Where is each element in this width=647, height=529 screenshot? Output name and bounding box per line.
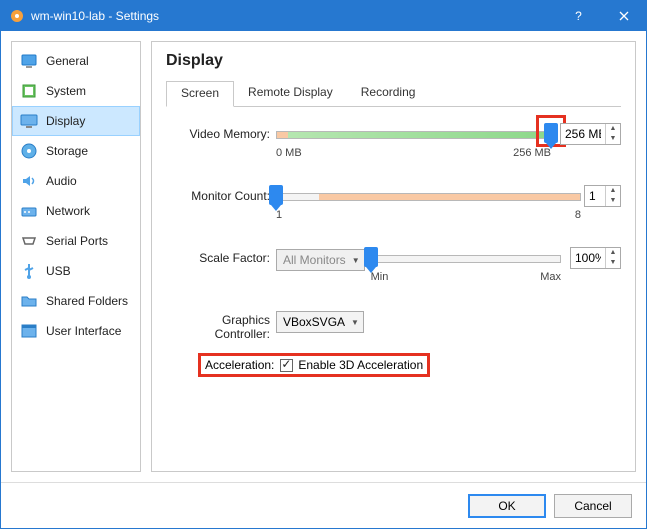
label-acceleration: Acceleration: — [205, 358, 274, 372]
slider-video-memory[interactable]: 0 MB 256 MB ▲▼ — [276, 125, 621, 165]
label-scale-factor: Scale Factor: — [166, 249, 276, 265]
video-memory-spinner[interactable]: ▲▼ — [560, 123, 621, 145]
checkbox-3d-acceleration[interactable]: Enable 3D Acceleration — [280, 358, 423, 372]
sidebar: General System Display Storage Audio Net… — [11, 41, 141, 472]
titlebar: wm-win10-lab - Settings ? — [1, 1, 646, 31]
tab-remote-display[interactable]: Remote Display — [234, 81, 347, 107]
sidebar-item-serial-ports[interactable]: Serial Ports — [12, 226, 140, 256]
sidebar-item-system[interactable]: System — [12, 76, 140, 106]
row-video-memory: Video Memory: 0 MB 256 MB — [166, 125, 621, 165]
tab-screen[interactable]: Screen — [166, 81, 234, 107]
graphics-controller-dropdown[interactable]: VBoxSVGA ▼ — [276, 311, 364, 333]
display-icon — [20, 112, 38, 130]
video-memory-input[interactable] — [561, 127, 605, 141]
label-graphics-controller: Graphics Controller: — [166, 311, 276, 341]
slider-thumb[interactable] — [269, 185, 283, 205]
system-icon — [20, 82, 38, 100]
spin-up[interactable]: ▲ — [606, 124, 620, 134]
scale-factor-monitor-dropdown[interactable]: All Monitors ▼ — [276, 249, 365, 271]
folder-icon — [20, 292, 38, 310]
footer: OK Cancel — [1, 482, 646, 528]
monitor-count-input[interactable] — [585, 189, 605, 203]
monitor-count-spinner[interactable]: ▲▼ — [584, 185, 621, 207]
spin-down[interactable]: ▼ — [606, 134, 620, 144]
help-button[interactable]: ? — [556, 1, 601, 31]
sidebar-item-display[interactable]: Display — [12, 106, 140, 136]
ui-icon — [20, 322, 38, 340]
label-monitor-count: Monitor Count: — [166, 187, 276, 203]
tabs: Screen Remote Display Recording — [166, 80, 621, 107]
network-icon — [20, 202, 38, 220]
scale-factor-spinner[interactable]: ▲▼ — [570, 247, 621, 269]
gear-icon — [9, 8, 25, 24]
row-monitor-count: Monitor Count: 1 8 ▲▼ — [166, 187, 621, 227]
spin-up[interactable]: ▲ — [606, 186, 620, 196]
storage-icon — [20, 142, 38, 160]
spin-down[interactable]: ▼ — [606, 258, 620, 268]
sidebar-item-user-interface[interactable]: User Interface — [12, 316, 140, 346]
window-body: General System Display Storage Audio Net… — [1, 31, 646, 482]
close-icon — [619, 11, 629, 21]
sidebar-item-storage[interactable]: Storage — [12, 136, 140, 166]
close-button[interactable] — [601, 1, 646, 31]
sidebar-item-shared-folders[interactable]: Shared Folders — [12, 286, 140, 316]
scale-factor-input[interactable] — [571, 251, 605, 265]
row-graphics-controller: Graphics Controller: VBoxSVGA ▼ — [166, 311, 621, 341]
usb-icon — [20, 262, 38, 280]
general-icon — [20, 52, 38, 70]
window-title: wm-win10-lab - Settings — [31, 9, 556, 23]
main-panel: Display Screen Remote Display Recording … — [151, 41, 636, 472]
sidebar-item-general[interactable]: General — [12, 46, 140, 76]
sidebar-item-network[interactable]: Network — [12, 196, 140, 226]
row-scale-factor: Scale Factor: All Monitors ▼ Min Max ▲▼ — [166, 249, 621, 289]
slider-scale-factor[interactable]: Min Max ▲▼ — [371, 249, 621, 289]
ok-button[interactable]: OK — [468, 494, 546, 518]
cancel-button[interactable]: Cancel — [554, 494, 632, 518]
slider-thumb[interactable] — [364, 247, 378, 267]
label-video-memory: Video Memory: — [166, 125, 276, 141]
spin-up[interactable]: ▲ — [606, 248, 620, 258]
slider-monitor-count[interactable]: 1 8 ▲▼ — [276, 187, 621, 227]
checkbox-box — [280, 359, 293, 372]
page-title: Display — [166, 52, 621, 70]
acceleration-highlight: Acceleration: Enable 3D Acceleration — [198, 353, 430, 377]
sidebar-item-audio[interactable]: Audio — [12, 166, 140, 196]
chevron-down-icon: ▼ — [352, 256, 360, 265]
row-acceleration: Acceleration: Enable 3D Acceleration — [166, 353, 621, 377]
audio-icon — [20, 172, 38, 190]
serial-ports-icon — [20, 232, 38, 250]
settings-window: wm-win10-lab - Settings ? General System… — [0, 0, 647, 529]
chevron-down-icon: ▼ — [351, 318, 359, 327]
slider-thumb[interactable] — [544, 123, 558, 143]
sidebar-item-usb[interactable]: USB — [12, 256, 140, 286]
spin-down[interactable]: ▼ — [606, 196, 620, 206]
tab-recording[interactable]: Recording — [347, 81, 430, 107]
